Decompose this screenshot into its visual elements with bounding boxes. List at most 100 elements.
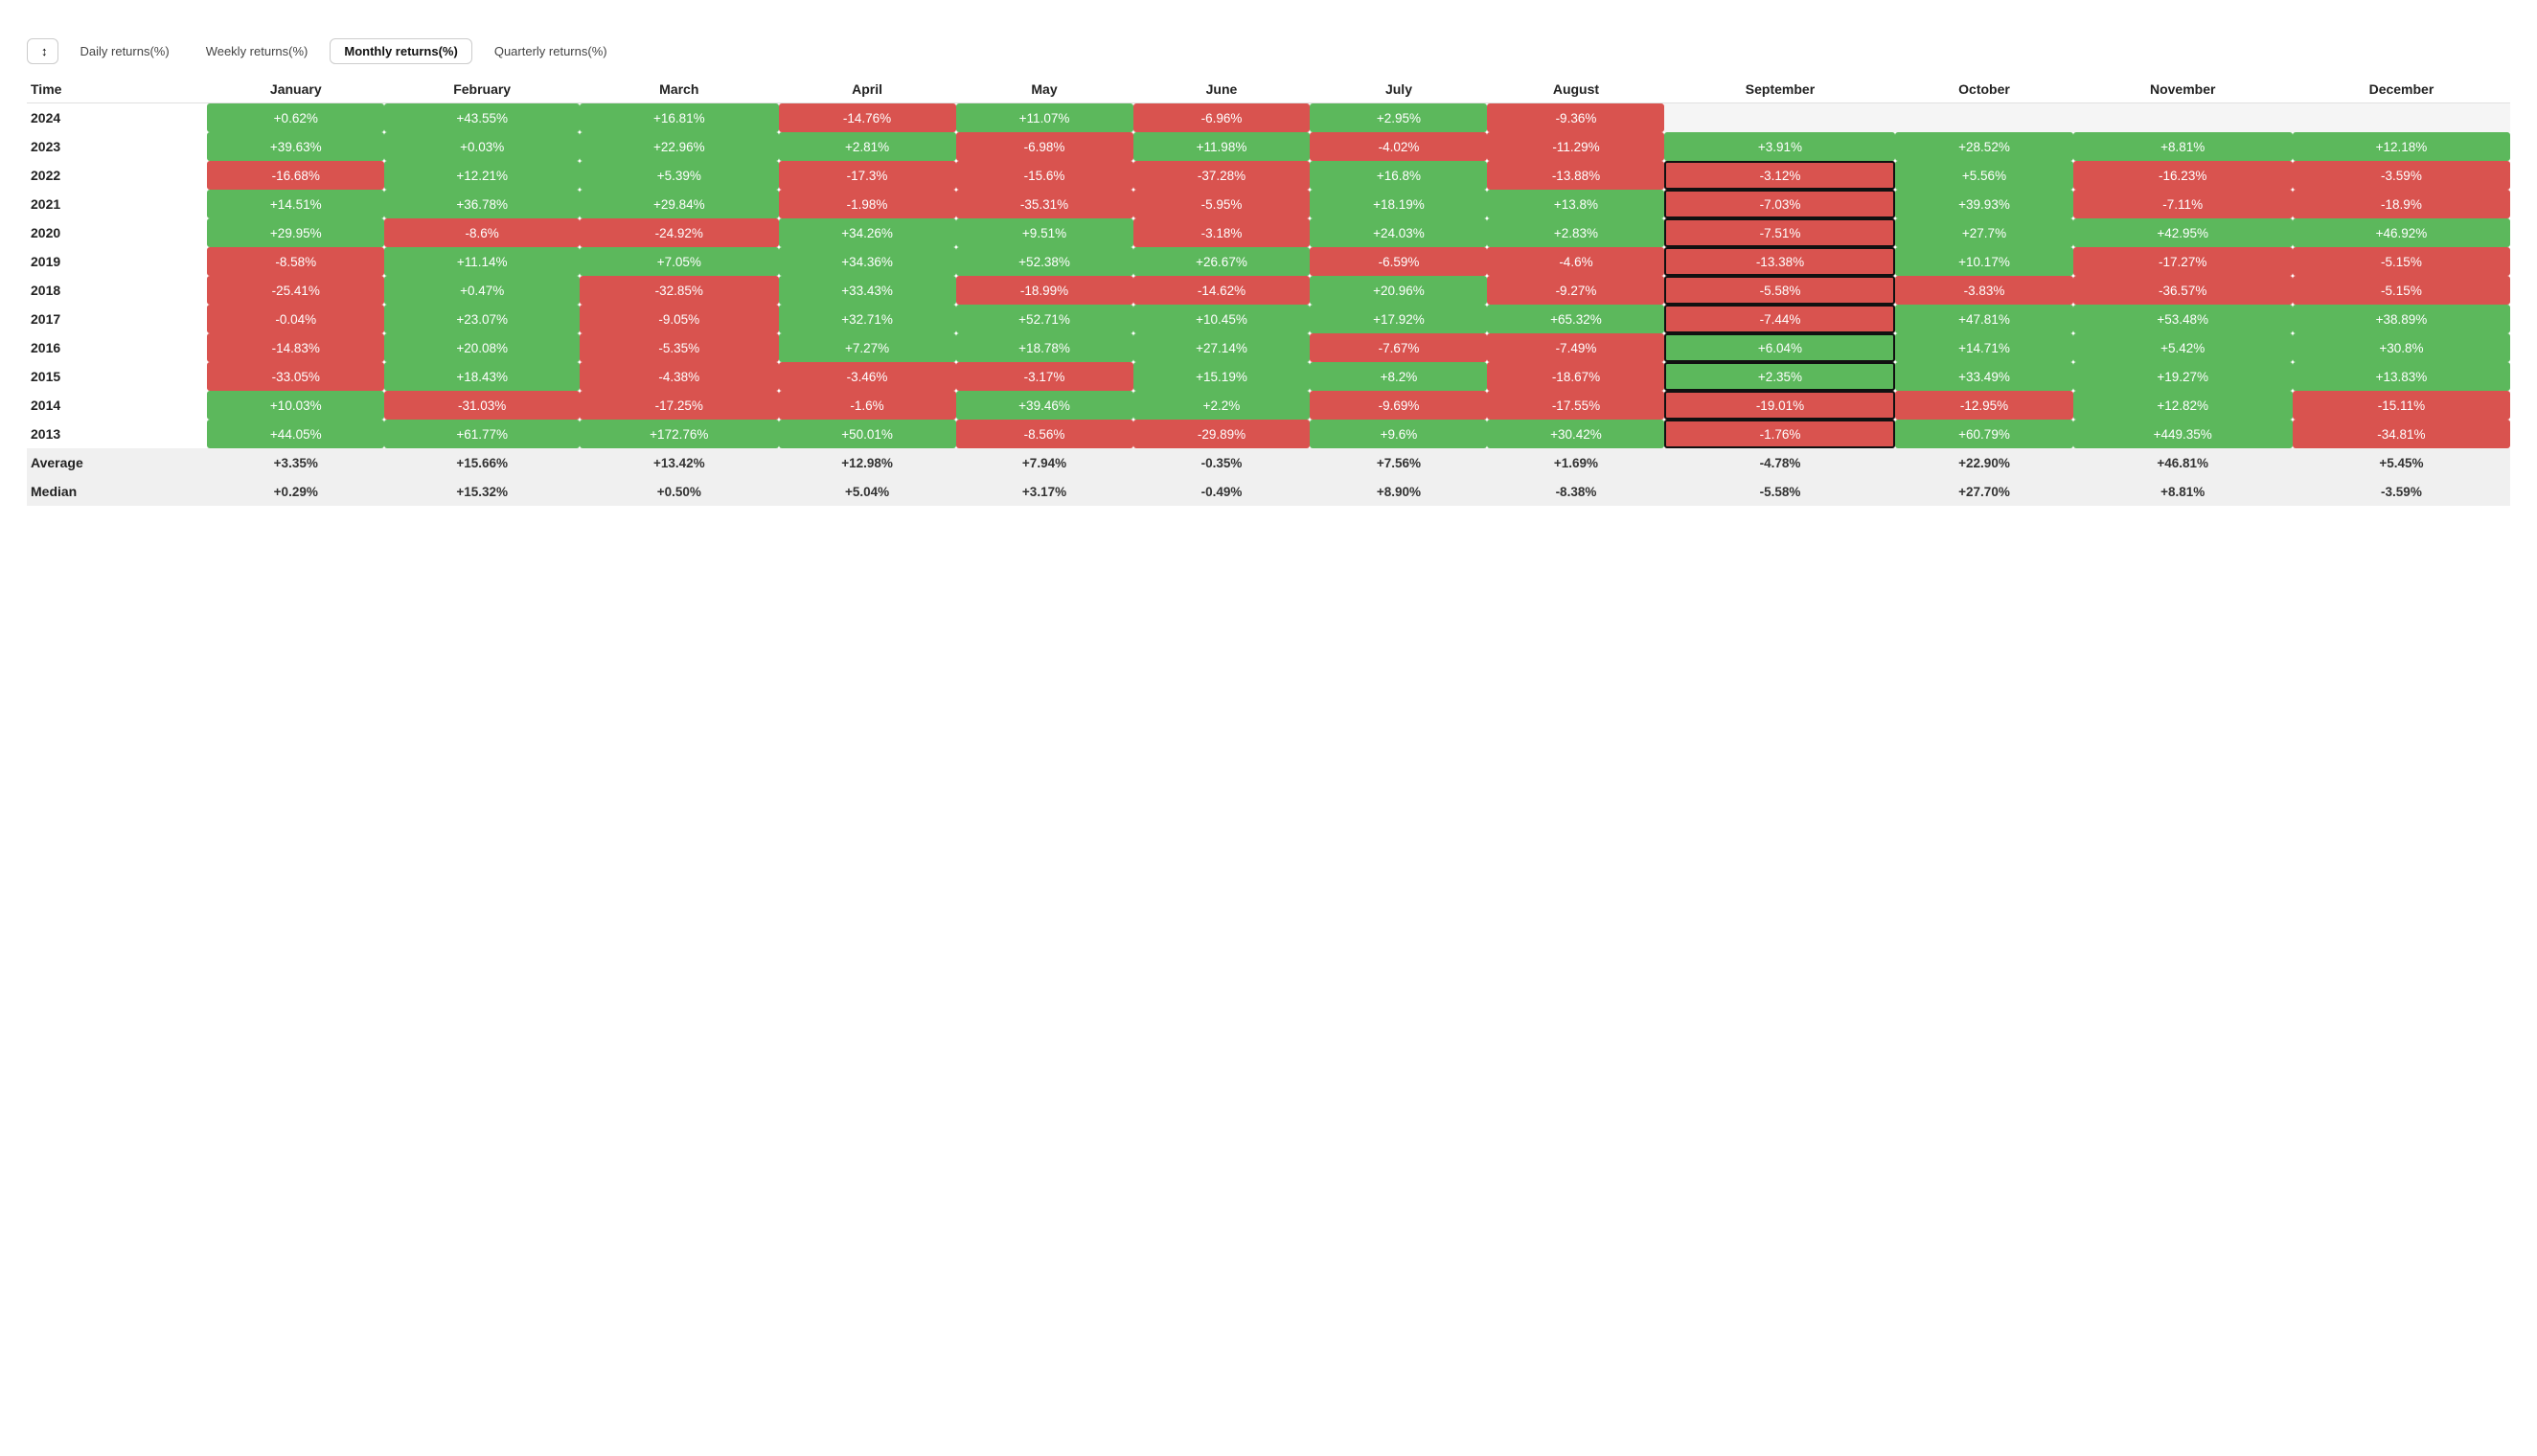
year-cell: 2019 (27, 247, 207, 276)
median-label: Median (27, 477, 207, 506)
value-cell: -33.05% (207, 362, 384, 391)
value-cell: -17.25% (580, 391, 779, 420)
value-cell: -4.02% (1310, 132, 1487, 161)
value-cell: -34.81% (2293, 420, 2510, 448)
value-cell: -25.41% (207, 276, 384, 305)
value-cell: +20.08% (384, 333, 580, 362)
avg-value: +7.94% (956, 448, 1133, 477)
year-cell: 2024 (27, 103, 207, 133)
value-cell: +14.51% (207, 190, 384, 218)
value-cell: -9.27% (1487, 276, 1664, 305)
value-cell: +18.78% (956, 333, 1133, 362)
col-time: Time (27, 76, 207, 103)
value-cell: -9.36% (1487, 103, 1664, 133)
value-cell: +30.8% (2293, 333, 2510, 362)
median-row: Median+0.29%+15.32%+0.50%+5.04%+3.17%-0.… (27, 477, 2510, 506)
tab-monthly[interactable]: Monthly returns(%) (330, 38, 471, 64)
value-cell: +22.96% (580, 132, 779, 161)
avg-value: +12.98% (779, 448, 956, 477)
col-july: July (1310, 76, 1487, 103)
value-cell: -11.29% (1487, 132, 1664, 161)
value-cell: +5.42% (2073, 333, 2293, 362)
median-value: +0.50% (580, 477, 779, 506)
value-cell: -3.17% (956, 362, 1133, 391)
value-cell: +42.95% (2073, 218, 2293, 247)
value-cell: -3.12% (1664, 161, 1895, 190)
col-november: November (2073, 76, 2293, 103)
tab-daily[interactable]: Daily returns(%) (66, 38, 184, 64)
col-january: January (207, 76, 384, 103)
tab-weekly[interactable]: Weekly returns(%) (192, 38, 323, 64)
value-cell: +16.81% (580, 103, 779, 133)
value-cell: +28.52% (1895, 132, 2072, 161)
value-cell: +10.45% (1133, 305, 1311, 333)
col-august: August (1487, 76, 1664, 103)
value-cell: +44.05% (207, 420, 384, 448)
value-cell: +27.14% (1133, 333, 1311, 362)
value-cell: -13.88% (1487, 161, 1664, 190)
value-cell: -9.05% (580, 305, 779, 333)
value-cell: -5.58% (1664, 276, 1895, 305)
value-cell: +10.17% (1895, 247, 2072, 276)
value-cell: +5.39% (580, 161, 779, 190)
value-cell: +60.79% (1895, 420, 2072, 448)
value-cell: -8.58% (207, 247, 384, 276)
value-cell: -36.57% (2073, 276, 2293, 305)
value-cell: -17.55% (1487, 391, 1664, 420)
value-cell: -32.85% (580, 276, 779, 305)
table-row: 2015-33.05%+18.43%-4.38%-3.46%-3.17%+15.… (27, 362, 2510, 391)
value-cell: -7.67% (1310, 333, 1487, 362)
year-cell: 2018 (27, 276, 207, 305)
table-row: 2013+44.05%+61.77%+172.76%+50.01%-8.56%-… (27, 420, 2510, 448)
value-cell: +12.82% (2073, 391, 2293, 420)
value-cell: -17.27% (2073, 247, 2293, 276)
average-row: Average+3.35%+15.66%+13.42%+12.98%+7.94%… (27, 448, 2510, 477)
value-cell: -18.9% (2293, 190, 2510, 218)
returns-table: TimeJanuaryFebruaryMarchAprilMayJuneJuly… (27, 76, 2510, 506)
value-cell: +47.81% (1895, 305, 2072, 333)
col-june: June (1133, 76, 1311, 103)
value-cell: +33.49% (1895, 362, 2072, 391)
table-row: 2014+10.03%-31.03%-17.25%-1.6%+39.46%+2.… (27, 391, 2510, 420)
table-row: 2021+14.51%+36.78%+29.84%-1.98%-35.31%-5… (27, 190, 2510, 218)
table-row: 2016-14.83%+20.08%-5.35%+7.27%+18.78%+27… (27, 333, 2510, 362)
value-cell (1895, 103, 2072, 133)
value-cell: -6.59% (1310, 247, 1487, 276)
value-cell: +39.93% (1895, 190, 2072, 218)
avg-value: +15.66% (384, 448, 580, 477)
value-cell: +53.48% (2073, 305, 2293, 333)
avg-value: +13.42% (580, 448, 779, 477)
value-cell: -3.18% (1133, 218, 1311, 247)
value-cell: +24.03% (1310, 218, 1487, 247)
table-row: 2020+29.95%-8.6%-24.92%+34.26%+9.51%-3.1… (27, 218, 2510, 247)
value-cell: -1.76% (1664, 420, 1895, 448)
asset-selector[interactable]: ↕ (27, 38, 58, 64)
value-cell: +2.95% (1310, 103, 1487, 133)
avg-value: -4.78% (1664, 448, 1895, 477)
table-header: TimeJanuaryFebruaryMarchAprilMayJuneJuly… (27, 76, 2510, 103)
value-cell: +12.21% (384, 161, 580, 190)
median-value: +8.90% (1310, 477, 1487, 506)
tab-quarterly[interactable]: Quarterly returns(%) (480, 38, 622, 64)
median-value: +27.70% (1895, 477, 2072, 506)
value-cell: +39.63% (207, 132, 384, 161)
value-cell: -29.89% (1133, 420, 1311, 448)
value-cell: +27.7% (1895, 218, 2072, 247)
value-cell: -12.95% (1895, 391, 2072, 420)
value-cell: +65.32% (1487, 305, 1664, 333)
value-cell: +2.83% (1487, 218, 1664, 247)
value-cell: +26.67% (1133, 247, 1311, 276)
value-cell: +36.78% (384, 190, 580, 218)
avg-value: +7.56% (1310, 448, 1487, 477)
value-cell: -1.6% (779, 391, 956, 420)
value-cell: +10.03% (207, 391, 384, 420)
median-value: +15.32% (384, 477, 580, 506)
value-cell: -35.31% (956, 190, 1133, 218)
median-value: -0.49% (1133, 477, 1311, 506)
value-cell: -3.59% (2293, 161, 2510, 190)
year-cell: 2022 (27, 161, 207, 190)
value-cell: -3.46% (779, 362, 956, 391)
col-may: May (956, 76, 1133, 103)
table-row: 2018-25.41%+0.47%-32.85%+33.43%-18.99%-1… (27, 276, 2510, 305)
value-cell: +2.2% (1133, 391, 1311, 420)
